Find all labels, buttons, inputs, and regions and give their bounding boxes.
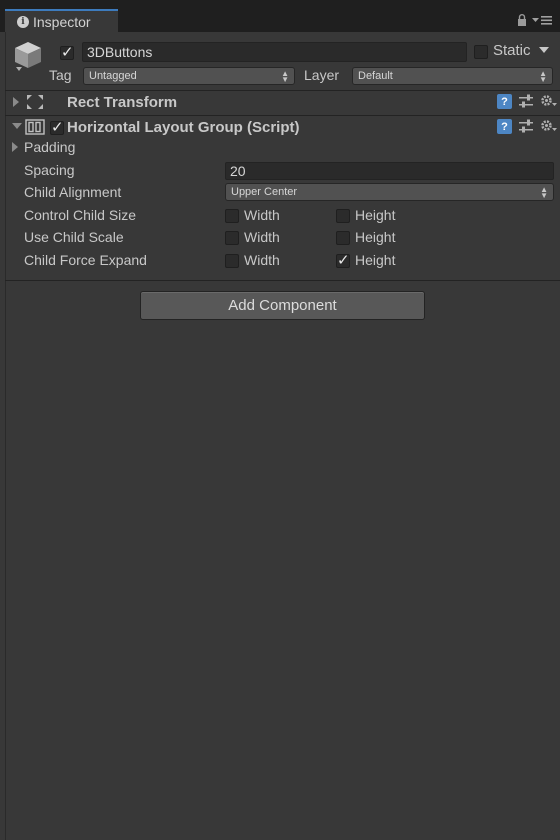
- layer-dropdown[interactable]: Default ▲ ▼: [352, 67, 553, 85]
- lock-icon[interactable]: [517, 14, 527, 26]
- static-checkbox[interactable]: [474, 45, 488, 59]
- object-name-value: 3DButtons: [87, 44, 153, 60]
- control-child-size-label: Control Child Size: [24, 207, 137, 223]
- use-child-scale-width-label: Width: [244, 229, 280, 245]
- chevron-updown-icon: ▲ ▼: [540, 185, 548, 200]
- layout-group-foldout-icon[interactable]: [12, 123, 22, 129]
- child-force-expand-height-label: Height: [355, 252, 396, 268]
- padding-label[interactable]: Padding: [24, 139, 75, 155]
- control-child-size-width-label: Width: [244, 207, 280, 223]
- control-child-size-height-checkbox[interactable]: [336, 209, 350, 223]
- spacing-label: Spacing: [24, 162, 75, 178]
- padding-foldout-icon[interactable]: [12, 142, 18, 152]
- child-force-expand-label: Child Force Expand: [24, 252, 147, 268]
- gear-icon[interactable]: [540, 119, 558, 134]
- gear-icon[interactable]: [540, 94, 558, 109]
- divider: [5, 90, 560, 91]
- tab-inspector[interactable]: i Inspector: [5, 9, 118, 32]
- tab-inspector-label: Inspector: [33, 13, 91, 30]
- use-child-scale-height-label: Height: [355, 229, 396, 245]
- rect-transform-header[interactable]: Rect Transform: [67, 94, 177, 111]
- static-dropdown-arrow-icon[interactable]: [539, 47, 549, 53]
- move-icon: [27, 95, 43, 109]
- add-component-button[interactable]: Add Component: [140, 291, 425, 320]
- layout-group-header[interactable]: Horizontal Layout Group (Script): [67, 119, 300, 136]
- object-active-checkbox[interactable]: [60, 43, 74, 61]
- tag-label: Tag: [49, 67, 72, 83]
- child-alignment-value: Upper Center: [231, 186, 298, 198]
- cube-icon: [15, 42, 41, 71]
- chevron-updown-icon: ▲ ▼: [539, 69, 547, 84]
- help-icon[interactable]: ?: [497, 94, 512, 109]
- layer-dropdown-value: Default: [358, 70, 393, 82]
- tag-dropdown[interactable]: Untagged ▲ ▼: [83, 67, 295, 85]
- divider: [5, 115, 560, 116]
- control-child-size-height-label: Height: [355, 207, 396, 223]
- tag-dropdown-value: Untagged: [89, 70, 137, 82]
- layer-label: Layer: [304, 67, 340, 83]
- layout-group-enabled-checkbox[interactable]: [50, 118, 64, 136]
- use-child-scale-label: Use Child Scale: [24, 229, 124, 245]
- child-force-expand-width-checkbox[interactable]: [225, 254, 239, 268]
- spacing-field[interactable]: 20: [225, 162, 554, 180]
- sliders-icon[interactable]: [518, 94, 534, 109]
- rect-transform-foldout-icon[interactable]: [13, 97, 19, 107]
- control-child-size-width-checkbox[interactable]: [225, 209, 239, 223]
- chevron-updown-icon: ▲ ▼: [281, 69, 289, 84]
- static-label: Static: [493, 42, 531, 59]
- child-force-expand-height-checkbox[interactable]: [336, 251, 350, 269]
- inspector-panel: [5, 32, 560, 840]
- help-icon[interactable]: ?: [497, 119, 512, 134]
- child-force-expand-width-label: Width: [244, 252, 280, 268]
- context-menu-icon[interactable]: [531, 14, 553, 26]
- object-name-field[interactable]: 3DButtons: [82, 42, 467, 62]
- spacing-value: 20: [230, 163, 246, 179]
- sliders-icon[interactable]: [518, 119, 534, 134]
- divider: [5, 280, 560, 281]
- info-icon: i: [17, 15, 29, 28]
- use-child-scale-width-checkbox[interactable]: [225, 231, 239, 245]
- horizontal-layout-icon: [25, 119, 45, 135]
- tab-bar: i Inspector: [0, 0, 560, 32]
- use-child-scale-height-checkbox[interactable]: [336, 231, 350, 245]
- child-alignment-label: Child Alignment: [24, 184, 122, 200]
- child-alignment-dropdown[interactable]: Upper Center ▲ ▼: [225, 183, 554, 201]
